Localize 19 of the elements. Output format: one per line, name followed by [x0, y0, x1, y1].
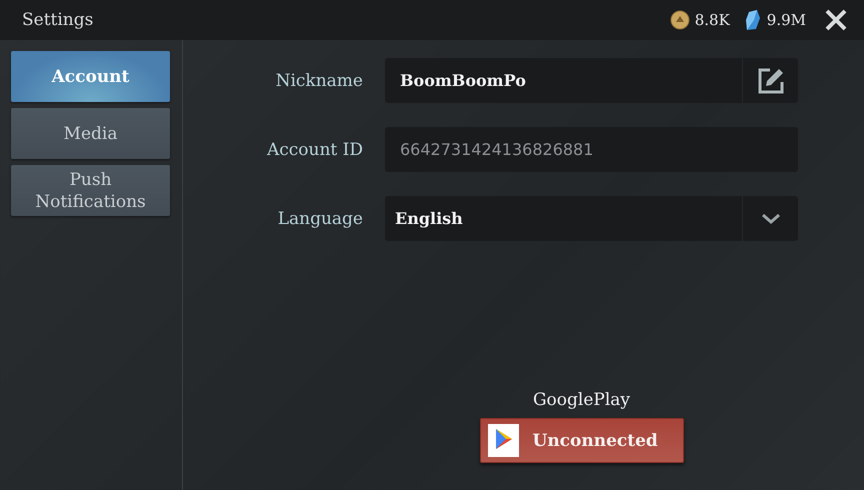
section-title: GooglePlay: [532, 390, 630, 410]
text-field[interactable]: BoomBoomPo: [385, 58, 798, 103]
crystal-icon: [744, 9, 762, 31]
chevron-down-icon: [760, 212, 780, 224]
play-logo-icon: [488, 424, 518, 457]
edit-icon: [756, 66, 784, 94]
sidebar-tab[interactable]: Account: [11, 51, 170, 102]
field-label: Account ID: [266, 140, 364, 160]
currency-amount: 8.8K: [694, 11, 730, 29]
field-label: Nickname: [274, 70, 364, 90]
screen-title: Settings: [22, 10, 94, 30]
coin-icon: [670, 10, 690, 30]
field-label: Language: [276, 208, 364, 228]
close-button[interactable]: [824, 8, 848, 32]
sidebar-tab[interactable]: Media: [11, 108, 170, 159]
language-dropdown[interactable]: English: [385, 196, 798, 241]
currency-amount: 9.9M: [766, 11, 806, 29]
connect-button[interactable]: Unconnected: [480, 418, 684, 463]
sidebar-tab[interactable]: Push Notifications: [11, 165, 170, 216]
